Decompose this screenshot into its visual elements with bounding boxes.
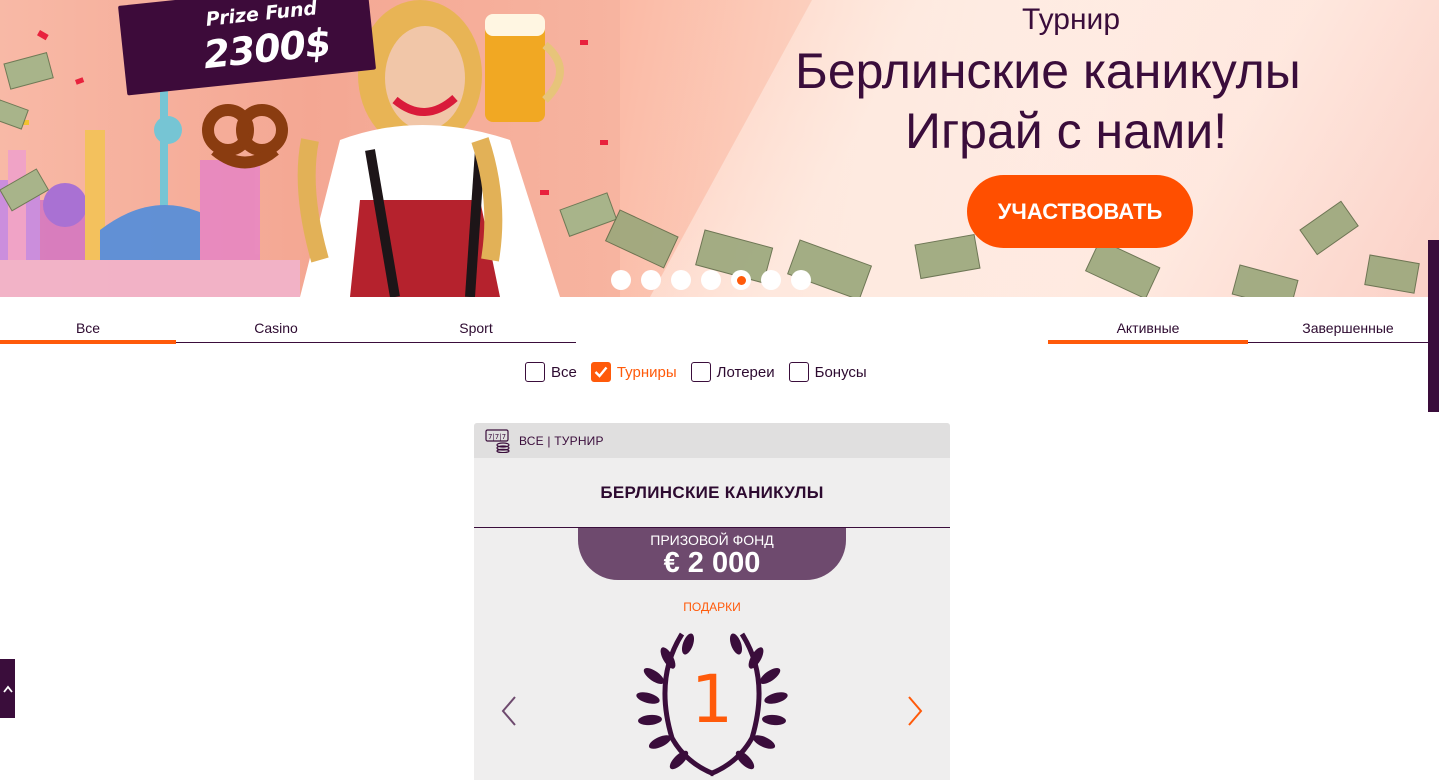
slide-dot[interactable]	[791, 270, 811, 290]
promo-banner: Prize Fund 2300$ Турнир Берлинские каник…	[0, 0, 1439, 297]
category-tabs: Все Casino Sport	[0, 313, 576, 344]
filter-tournaments[interactable]: Турниры	[590, 362, 677, 382]
slide-dot[interactable]	[611, 270, 631, 290]
banner-title: Берлинские каникулы	[795, 43, 1301, 99]
svg-text:7|7|7: 7|7|7	[488, 433, 506, 441]
filter-lotteries[interactable]: Лотереи	[690, 362, 775, 382]
filter-label: Все	[551, 363, 577, 381]
type-filters: Все Турниры Лотереи Бонусы	[525, 362, 867, 382]
tab-active[interactable]: Активные	[1048, 313, 1248, 344]
tab-casino[interactable]: Casino	[176, 313, 376, 343]
scroll-to-top-button[interactable]	[0, 659, 15, 718]
card-category-tag: ВСЕ | ТУРНИР	[519, 433, 604, 448]
filter-bonuses[interactable]: Бонусы	[788, 362, 867, 382]
chevron-up-icon	[2, 685, 13, 693]
prize-fund-pill: ПРИЗОВОЙ ФОНД € 2 000	[578, 528, 846, 580]
chevron-right-icon	[908, 696, 923, 726]
slide-dot[interactable]	[671, 270, 691, 290]
prize-fund-value: € 2 000	[663, 547, 761, 579]
slot-machine-icon: 7|7|7	[485, 428, 510, 453]
gifts-label: ПОДАРКИ	[683, 600, 741, 614]
checkbox[interactable]	[525, 362, 545, 382]
filter-all[interactable]: Все	[525, 362, 577, 382]
tab-finished[interactable]: Завершенные	[1248, 313, 1428, 343]
side-scrollbar[interactable]	[1428, 240, 1439, 412]
slide-dot[interactable]	[701, 270, 721, 290]
participate-button[interactable]: УЧАСТВОВАТЬ	[967, 175, 1193, 248]
checkbox[interactable]	[690, 362, 711, 382]
slide-dot[interactable]	[761, 270, 781, 290]
status-tabs: Активные Завершенные	[1048, 313, 1428, 344]
checkmark-icon	[594, 366, 608, 378]
tab-sport[interactable]: Sport	[376, 313, 576, 343]
slider-dots	[611, 270, 811, 290]
checkbox[interactable]	[788, 362, 809, 382]
filter-label: Бонусы	[814, 363, 867, 381]
tab-all[interactable]: Все	[0, 313, 176, 344]
next-prize-button[interactable]	[900, 693, 930, 729]
prize-fund-label: ПРИЗОВОЙ ФОНД	[650, 532, 774, 548]
banner-tagline: Играй с нами!	[905, 103, 1228, 159]
filter-label: Лотереи	[716, 363, 775, 381]
place-number: 1	[691, 661, 733, 738]
slide-dot-active[interactable]	[731, 270, 751, 290]
checkbox-checked[interactable]	[590, 362, 611, 382]
banner-subtitle: Турнир	[1022, 3, 1120, 36]
tournament-card[interactable]: 7|7|7 ВСЕ | ТУРНИР БЕРЛИНСКИЕ КАНИКУЛЫ П…	[474, 423, 950, 780]
chevron-left-icon	[501, 696, 516, 726]
filter-label: Турниры	[616, 363, 677, 381]
card-title: БЕРЛИНСКИЕ КАНИКУЛЫ	[474, 458, 950, 528]
slide-dot[interactable]	[641, 270, 661, 290]
prev-prize-button[interactable]	[494, 693, 524, 729]
card-header: 7|7|7 ВСЕ | ТУРНИР	[474, 423, 950, 458]
